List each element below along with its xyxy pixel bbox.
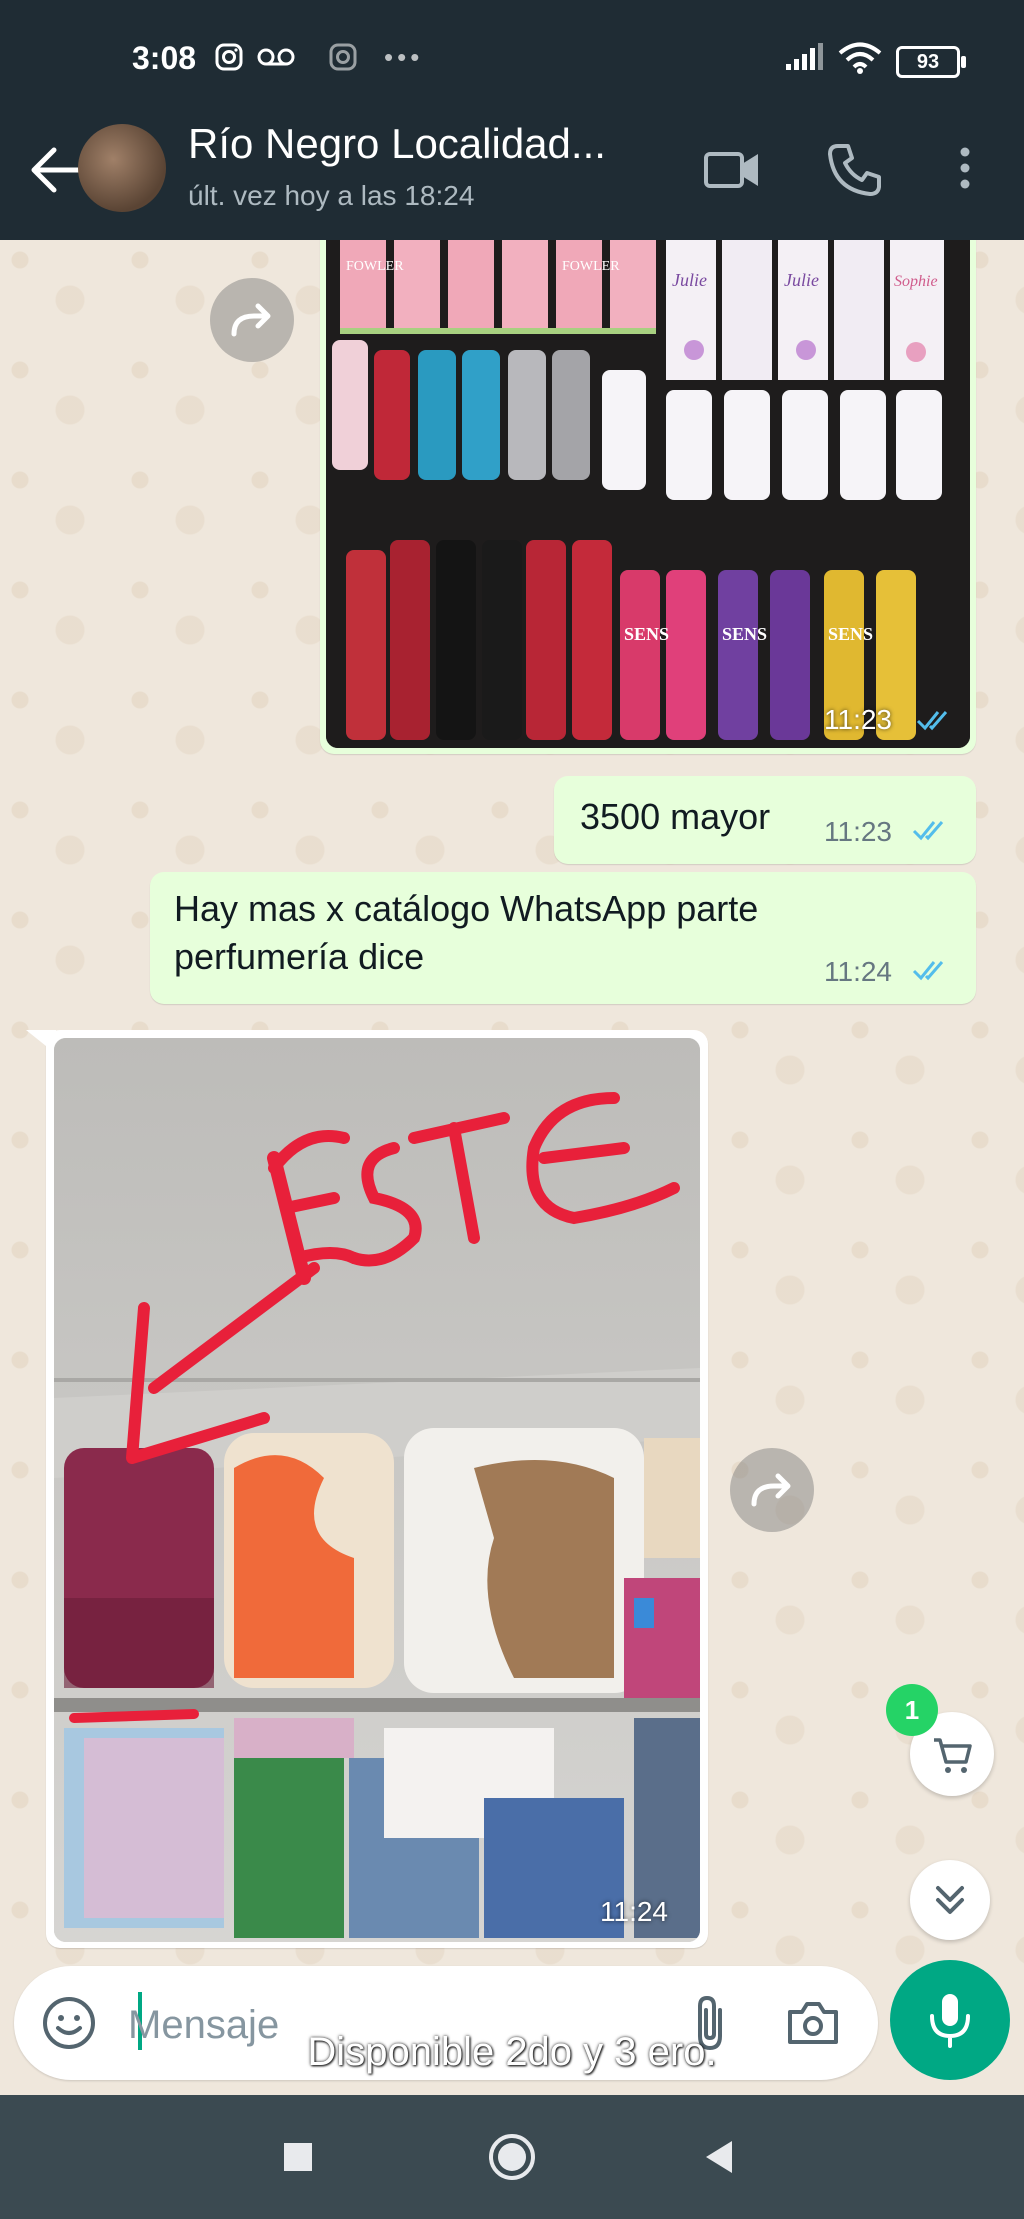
nav-circle-icon xyxy=(489,2134,535,2180)
back-nav-button[interactable] xyxy=(700,2135,740,2184)
wifi-icon xyxy=(838,42,882,81)
text-message-outgoing[interactable]: Hay mas x catálogo WhatsApp parte perfum… xyxy=(150,872,976,1004)
scroll-to-bottom-button[interactable] xyxy=(910,1860,990,1940)
message-time: 11:24 xyxy=(600,1896,668,1927)
nav-square-icon xyxy=(284,2143,312,2171)
voice-call-button[interactable] xyxy=(824,140,884,205)
text-message-outgoing[interactable]: 3500 mayor 11:23 xyxy=(554,776,976,864)
recent-apps-button[interactable] xyxy=(278,2137,318,2182)
home-button[interactable] xyxy=(486,2131,538,2188)
forward-icon xyxy=(751,1473,791,1507)
avatar[interactable] xyxy=(78,124,166,212)
voicemail-icon xyxy=(256,42,296,79)
shelf-photo-graphic xyxy=(54,1038,700,1942)
brand-label: FOWLER xyxy=(562,259,620,274)
status-bar: 3:08 ••• 93 xyxy=(0,0,1024,110)
video-caption: Disponible 2do y 3 ero. xyxy=(307,2030,717,2074)
image-message-incoming[interactable]: 11:24 xyxy=(26,1030,708,1948)
system-navigation-bar xyxy=(0,2095,1024,2219)
chat-area[interactable]: FOWLER FOWLER Julie Julie Sophie SENS SE… xyxy=(0,240,1024,1985)
more-icon xyxy=(960,147,970,189)
message-text-line1: Hay mas x catálogo WhatsApp parte xyxy=(174,888,759,929)
last-seen-status: últ. vez hoy a las 18:24 xyxy=(188,180,475,211)
cart-count-badge: 1 xyxy=(886,1684,938,1736)
instagram-icon xyxy=(328,42,358,79)
message-time: 11:24 xyxy=(824,956,892,987)
message-text: 3500 mayor xyxy=(580,796,771,837)
contact-name[interactable]: Río Negro Localidad... xyxy=(188,120,708,168)
phone-icon xyxy=(828,144,881,196)
nav-back-icon xyxy=(706,2141,732,2173)
read-ticks-icon xyxy=(912,816,952,849)
brand-label: Julie xyxy=(672,270,707,290)
read-ticks-icon xyxy=(912,956,952,989)
shelf-photo[interactable]: 11:24 xyxy=(54,1038,700,1942)
status-time: 3:08 xyxy=(132,40,197,76)
brand-label: Julie xyxy=(784,270,819,290)
message-time: 11:23 xyxy=(824,704,892,735)
read-ticks-icon xyxy=(916,706,956,739)
app-header: 3:08 ••• 93 Río Negro Localidad... últ. … xyxy=(0,0,1024,240)
chevron-double-down-icon xyxy=(936,1886,964,1914)
signal-icon xyxy=(784,42,824,79)
brand-label: Sophie xyxy=(894,273,938,290)
bubble-tail xyxy=(26,1030,56,1054)
perfume-photo[interactable]: FOWLER FOWLER Julie Julie Sophie SENS SE… xyxy=(326,240,970,748)
brand-label: SENS xyxy=(722,624,767,644)
forward-icon xyxy=(231,303,271,337)
more-options-button[interactable] xyxy=(950,140,980,205)
perfume-photo-graphic: FOWLER FOWLER Julie Julie Sophie SENS SE… xyxy=(326,240,970,748)
brand-label: SENS xyxy=(828,624,873,644)
message-time: 11:23 xyxy=(824,816,892,847)
more-notifications-icon: ••• xyxy=(384,42,424,72)
instagram-icon xyxy=(214,42,244,79)
image-message-outgoing[interactable]: FOWLER FOWLER Julie Julie Sophie SENS SE… xyxy=(320,240,976,754)
message-text-line2: perfumería dice xyxy=(174,936,425,977)
battery-indicator: 93 xyxy=(896,46,966,78)
brand-label: FOWLER xyxy=(346,259,404,274)
forward-button[interactable] xyxy=(730,1448,814,1532)
brand-label: SENS xyxy=(624,624,669,644)
forward-button[interactable] xyxy=(210,278,294,362)
video-call-icon xyxy=(704,152,758,188)
video-call-button[interactable] xyxy=(702,140,762,205)
